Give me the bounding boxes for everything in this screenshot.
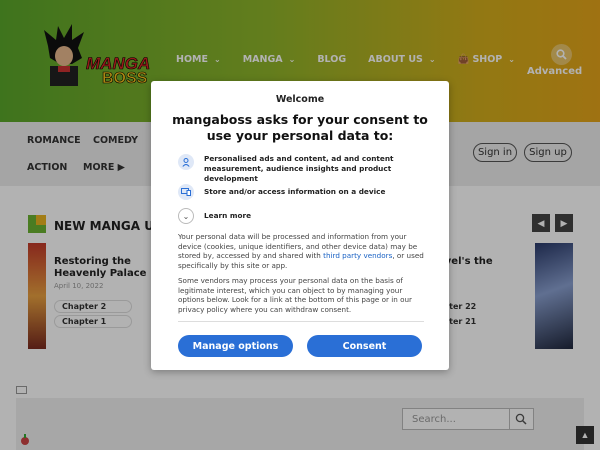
purpose-row: Personalised ads and content, ad and con… — [178, 154, 429, 184]
consent-paragraph: Some vendors may process your personal d… — [178, 276, 412, 314]
consent-dialog: Welcome mangaboss asks for your consent … — [151, 81, 449, 370]
person-icon — [178, 154, 194, 170]
divider — [178, 321, 424, 322]
purpose-row: Store and/or access information on a dev… — [178, 184, 429, 200]
third-party-vendors-link[interactable]: third party vendors — [323, 251, 392, 260]
dialog-welcome: Welcome — [275, 94, 325, 105]
consent-button[interactable]: Consent — [307, 335, 422, 357]
dialog-title: mangaboss asks for your consent to use y… — [172, 112, 428, 143]
manage-options-button[interactable]: Manage options — [178, 335, 293, 357]
purpose-text: Personalised ads and content, ad and con… — [204, 154, 394, 183]
learn-more-label: Learn more — [204, 211, 252, 220]
chevron-down-icon: ⌄ — [178, 208, 194, 224]
consent-paragraph: Your personal data will be processed and… — [178, 232, 424, 270]
device-icon — [178, 184, 194, 200]
purpose-text: Store and/or access information on a dev… — [204, 187, 386, 196]
learn-more-row[interactable]: ⌄ Learn more — [178, 208, 429, 224]
